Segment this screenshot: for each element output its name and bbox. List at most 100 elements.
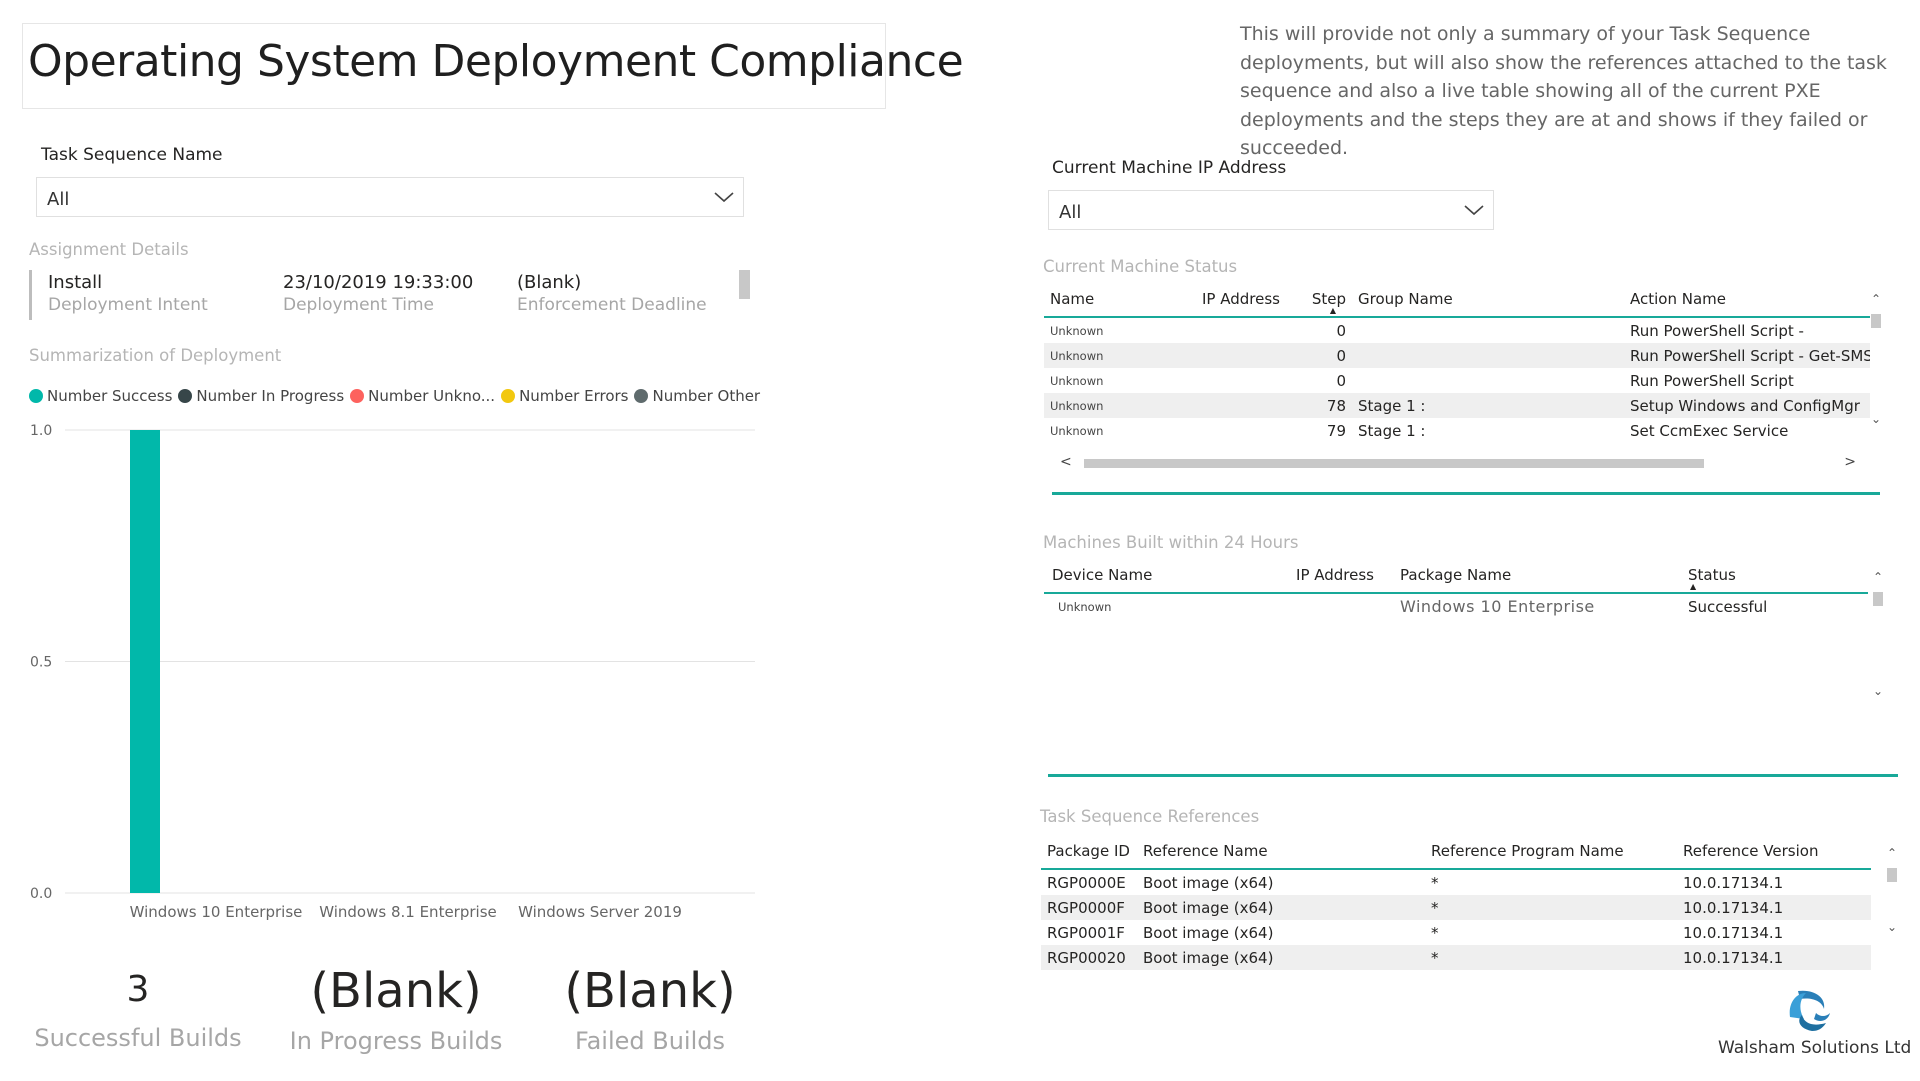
legend-item[interactable]: Number Unkno... (350, 387, 495, 405)
kpi-in-progress-builds: (Blank) In Progress Builds (286, 963, 506, 1055)
cell-step: 0 (1336, 321, 1346, 340)
ts-references-table: Package ID Reference Name Reference Prog… (1041, 834, 1871, 970)
legend-label: Number In Progress (196, 387, 345, 405)
card-accent-bar (29, 270, 32, 320)
col-header-reference-program-name[interactable]: Reference Program Name (1425, 834, 1677, 870)
table-row[interactable]: RGP0000E Boot image (x64) * 10.0.17134.1 (1041, 869, 1871, 895)
kpi-failed-value: (Blank) (564, 963, 736, 1019)
table-row[interactable]: Unknown 0 Run PowerShell Script - (1044, 317, 1872, 343)
scroll-down-icon[interactable]: ⌄ (1886, 920, 1898, 934)
table-row[interactable]: Unknown 79 Stage 1 : Set CcmExec Service (1044, 418, 1872, 443)
kpi-in-progress-label: In Progress Builds (289, 1027, 503, 1055)
col-header-reference-version[interactable]: Reference Version (1677, 834, 1871, 870)
cell-ip (1196, 368, 1284, 393)
deployment-time-value: 23/10/2019 19:33:00 (283, 272, 474, 293)
cell-group (1352, 368, 1624, 393)
kpi-successful-builds: 3 Successful Builds (28, 963, 248, 1052)
scroll-right-icon[interactable]: > (1844, 454, 1856, 470)
deployment-intent-card: Install Deployment Intent (48, 272, 208, 315)
cell-program-name: * (1425, 945, 1677, 970)
scroll-down-icon[interactable]: ⌄ (1870, 412, 1882, 426)
scroll-up-icon[interactable]: ⌃ (1872, 570, 1884, 584)
summarization-title: Summarization of Deployment (29, 346, 282, 365)
machine-status-hscroll[interactable]: < > (1044, 454, 1872, 472)
cell-version: 10.0.17134.1 (1683, 923, 1784, 942)
col-header-step[interactable]: Step ▲ (1284, 282, 1352, 318)
legend-item[interactable]: Number Success (29, 387, 172, 405)
cards-scrollbar-thumb[interactable] (739, 270, 750, 299)
ts-references-vscroll[interactable]: ⌃ ⌄ (1886, 846, 1898, 951)
legend-item[interactable]: Number In Progress (178, 387, 344, 405)
machine-status-table-wrap: Name IP Address Step ▲ Group Name Action … (1044, 282, 1872, 472)
chevron-down-icon (714, 192, 734, 203)
cell-group: Stage 1 : (1358, 421, 1426, 440)
scroll-down-icon[interactable]: ⌄ (1872, 684, 1884, 698)
page-description: This will provide not only a summary of … (1240, 23, 1887, 159)
col-header-ip-address[interactable]: IP Address (1278, 558, 1380, 594)
table-row[interactable]: Unknown 0 Run PowerShell Script - Get-SM… (1044, 343, 1872, 368)
cell-group (1352, 343, 1624, 368)
divider-line (1052, 492, 1880, 495)
cell-action: Run PowerShell Script (1630, 371, 1794, 390)
chart-legend: Number Success Number In Progress Number U… (29, 387, 769, 407)
kpi-failed-builds: (Blank) Failed Builds (540, 963, 760, 1055)
legend-dot-icon (634, 389, 649, 403)
y-tick-label: 0.5 (30, 655, 52, 671)
col-header-package-name[interactable]: Package Name (1380, 558, 1682, 594)
ts-references-title: Task Sequence References (1040, 807, 1260, 826)
table-row[interactable]: Unknown 78 Stage 1 : Setup Windows and C… (1044, 393, 1872, 418)
sort-ascending-icon: ▲ (1690, 582, 1697, 591)
task-sequence-dropdown[interactable]: All (36, 177, 744, 217)
cell-reference-name: Boot image (x64) (1143, 923, 1274, 942)
machines-built-title: Machines Built within 24 Hours (1043, 533, 1299, 552)
col-header-device-name[interactable]: Device Name (1044, 558, 1278, 594)
vscroll-thumb[interactable] (1871, 314, 1881, 328)
scroll-up-icon[interactable]: ⌃ (1870, 292, 1882, 306)
cell-step: 78 (1284, 393, 1352, 418)
cell-program-name: * (1431, 873, 1439, 892)
col-header-action-name[interactable]: Action Name (1624, 282, 1872, 318)
cell-name: Unknown (1044, 343, 1196, 368)
scroll-up-icon[interactable]: ⌃ (1886, 846, 1898, 860)
table-row[interactable]: RGP0001F Boot image (x64) * 10.0.17134.1 (1041, 920, 1871, 945)
cell-action: Run PowerShell Script - (1630, 321, 1804, 340)
cell-package: Windows 10 Enterprise (1400, 597, 1595, 616)
cell-ip (1196, 317, 1284, 343)
cell-ip (1278, 593, 1380, 619)
table-row[interactable]: RGP0000F Boot image (x64) * 10.0.17134.1 (1041, 895, 1871, 920)
col-header-reference-name[interactable]: Reference Name (1137, 834, 1425, 870)
vscroll-thumb[interactable] (1887, 868, 1897, 882)
deployment-time-label: Deployment Time (283, 295, 434, 315)
machine-status-table: Name IP Address Step ▲ Group Name Action … (1044, 282, 1872, 443)
bar (130, 430, 160, 893)
vscroll-thumb[interactable] (1873, 592, 1883, 606)
ip-address-dropdown[interactable]: All (1048, 190, 1494, 230)
cell-ip (1196, 393, 1284, 418)
machine-status-vscroll[interactable]: ⌃ ⌄ (1870, 292, 1882, 447)
ip-slicer-label: Current Machine IP Address (1052, 158, 1287, 178)
kpi-successful-value: 3 (126, 969, 150, 1010)
col-header-ip-address[interactable]: IP Address (1196, 282, 1284, 318)
machines-built-vscroll[interactable]: ⌃ ⌄ (1872, 570, 1884, 715)
col-header-name[interactable]: Name (1044, 282, 1196, 318)
table-row[interactable]: Unknown 0 Run PowerShell Script (1044, 368, 1872, 393)
legend-item[interactable]: Number Errors (501, 387, 628, 405)
machines-built-table: Device Name IP Address Package Name Stat… (1044, 558, 1868, 619)
col-header-package-id[interactable]: Package ID (1041, 834, 1137, 870)
deployment-intent-label: Deployment Intent (48, 295, 208, 315)
cell-group (1352, 317, 1624, 343)
legend-dot-icon (29, 389, 43, 403)
col-header-group-name[interactable]: Group Name (1352, 282, 1624, 318)
hscroll-thumb[interactable] (1084, 459, 1704, 468)
cell-action: Run PowerShell Script - Get-SMSTS\ (1624, 343, 1872, 368)
enforcement-deadline-label: Enforcement Deadline (517, 295, 707, 315)
col-header-status[interactable]: Status ▲ (1682, 558, 1868, 594)
table-row[interactable]: RGP00020 Boot image (x64) * 10.0.17134.1 (1041, 945, 1871, 970)
chevron-down-icon (1464, 205, 1484, 216)
cell-step: 79 (1326, 421, 1346, 440)
legend-item[interactable]: Number Other (634, 387, 760, 405)
deployment-intent-value: Install (48, 272, 103, 293)
table-row[interactable]: Unknown Windows 10 Enterprise Successful (1044, 593, 1868, 619)
scroll-left-icon[interactable]: < (1060, 454, 1072, 470)
cell-group: Stage 1 : (1352, 393, 1624, 418)
